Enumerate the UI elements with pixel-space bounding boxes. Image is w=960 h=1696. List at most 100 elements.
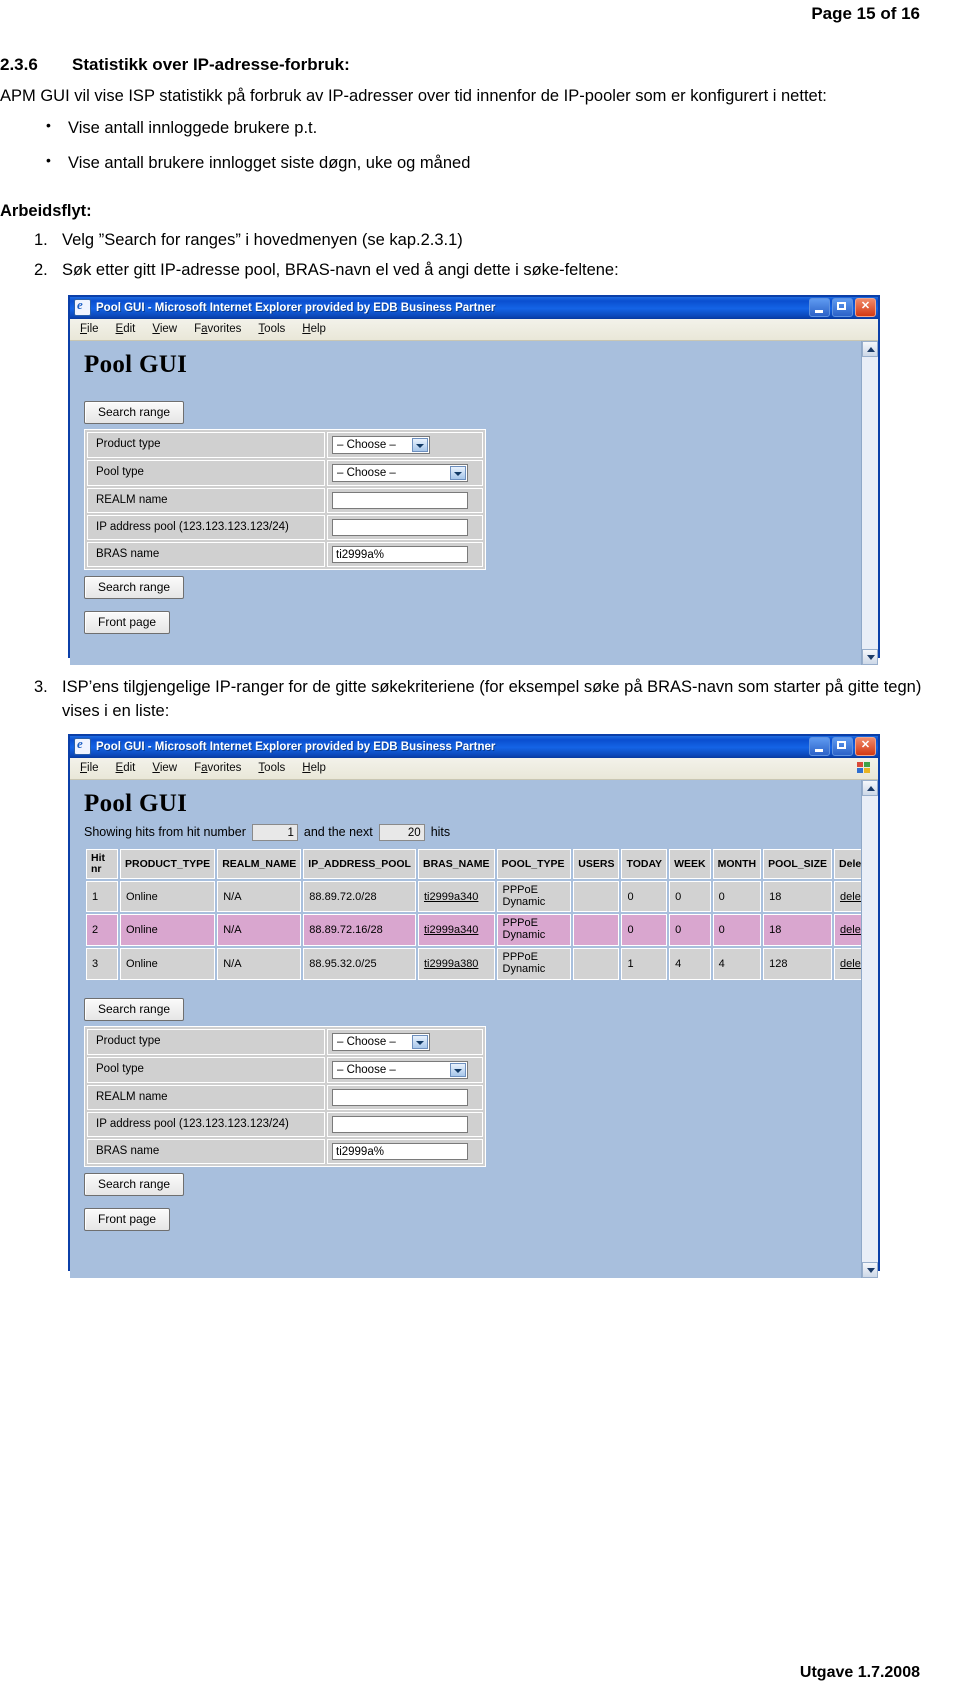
hit-from-input[interactable]: 1 bbox=[251, 823, 298, 841]
label-product-type: Product type bbox=[87, 1028, 325, 1055]
menu-item-edit[interactable]: Edit bbox=[116, 762, 136, 774]
column-header-pool-size: POOL_SIZE bbox=[763, 848, 833, 879]
step-number: 3. bbox=[34, 677, 48, 696]
label-product-type: Product type bbox=[87, 431, 325, 458]
cell-hit-nr: 3 bbox=[86, 948, 118, 980]
field-cell-pool-type: – Choose – bbox=[327, 1056, 483, 1083]
search-range-button-top[interactable]: Search range bbox=[84, 997, 185, 1021]
menu-item-favorites[interactable]: Favorites bbox=[194, 762, 241, 774]
page-title: Pool GUI bbox=[84, 350, 188, 378]
list-item: 3. ISP’ens tilgjengelige IP-ranger for d… bbox=[0, 676, 922, 724]
menu-item-file[interactable]: File bbox=[80, 323, 99, 335]
minimize-button[interactable] bbox=[809, 298, 830, 318]
label-realm-name: REALM name bbox=[87, 487, 325, 513]
windows-flag-icon bbox=[856, 761, 872, 775]
product-type-select[interactable]: – Choose – bbox=[332, 1032, 430, 1051]
scroll-down-arrow-icon[interactable] bbox=[862, 1261, 878, 1278]
cell-pool-size: 128 bbox=[763, 948, 833, 980]
results-table: Hit nr PRODUCT_TYPE REALM_NAME IP_ADDRESS… bbox=[84, 846, 878, 982]
window-title: Pool GUI - Microsoft Internet Explorer p… bbox=[96, 740, 496, 753]
menu-item-view[interactable]: View bbox=[152, 762, 177, 774]
chevron-down-icon[interactable] bbox=[450, 1062, 466, 1077]
cell-ip-address-pool: 88.95.32.0/25 bbox=[303, 948, 416, 980]
product-type-select[interactable]: – Choose – bbox=[332, 435, 430, 454]
field-cell-bras-name: ti2999a% bbox=[327, 541, 483, 567]
minimize-button[interactable] bbox=[809, 737, 830, 757]
field-cell-pool-type: – Choose – bbox=[327, 459, 483, 486]
window-controls bbox=[809, 298, 876, 318]
column-header-hit-nr: Hit nr bbox=[86, 848, 118, 879]
cell-realm-name: N/A bbox=[217, 948, 302, 980]
search-range-button-top[interactable]: Search range bbox=[84, 400, 185, 424]
cell-today: 0 bbox=[621, 880, 668, 913]
pool-type-select[interactable]: – Choose – bbox=[332, 1060, 468, 1079]
vertical-scrollbar[interactable] bbox=[861, 340, 878, 665]
realm-name-input[interactable] bbox=[332, 1088, 468, 1106]
scroll-up-arrow-icon[interactable] bbox=[862, 779, 878, 796]
search-range-button-bottom[interactable]: Search range bbox=[84, 575, 185, 599]
realm-name-input[interactable] bbox=[332, 491, 468, 509]
vertical-scrollbar[interactable] bbox=[861, 779, 878, 1278]
menu-item-view[interactable]: View bbox=[152, 323, 177, 335]
section-title: Statistikk over IP-adresse-forbruk: bbox=[72, 55, 350, 74]
hit-count-input[interactable]: 20 bbox=[378, 823, 425, 841]
table-row: Product type – Choose – bbox=[87, 1028, 483, 1055]
bras-name-input[interactable]: ti2999a% bbox=[332, 545, 468, 563]
workflow-step-list: 1. Velg ”Search for ranges” i hovedmenye… bbox=[0, 229, 960, 283]
menu-item-tools[interactable]: Tools bbox=[258, 323, 285, 335]
front-page-button[interactable]: Front page bbox=[84, 1207, 171, 1231]
ip-address-pool-input[interactable] bbox=[332, 518, 468, 536]
cell-product-type: Online bbox=[120, 880, 216, 913]
maximize-button[interactable] bbox=[832, 298, 853, 318]
menu-item-help[interactable]: Help bbox=[302, 323, 326, 335]
product-type-value: – Choose – bbox=[337, 438, 396, 451]
front-page-button[interactable]: Front page bbox=[84, 610, 171, 634]
menu-item-edit[interactable]: Edit bbox=[116, 323, 136, 335]
bras-name-link[interactable]: ti2999a340 bbox=[424, 891, 478, 903]
pool-type-text: PPPoE Dynamic bbox=[502, 917, 546, 942]
cell-product-type: Online bbox=[120, 914, 216, 947]
product-type-value: – Choose – bbox=[337, 1035, 396, 1048]
list-item: Vise antall brukere innlogget siste døgn… bbox=[46, 150, 960, 176]
ip-address-pool-input[interactable] bbox=[332, 1115, 468, 1133]
workflow-step-list-continued: 3. ISP’ens tilgjengelige IP-ranger for d… bbox=[0, 676, 960, 724]
menu-item-file[interactable]: File bbox=[80, 762, 99, 774]
page-footer: Utgave 1.7.2008 bbox=[799, 1664, 920, 1681]
page-viewport: Pool GUI Showing hits from hit number 1 … bbox=[70, 779, 878, 1278]
cell-today: 0 bbox=[621, 914, 668, 947]
label-bras-name: BRAS name bbox=[87, 541, 325, 567]
close-button[interactable] bbox=[855, 298, 876, 318]
table-row: IP address pool (123.123.123.123/24) bbox=[87, 1111, 483, 1137]
table-header-row: Hit nr PRODUCT_TYPE REALM_NAME IP_ADDRESS… bbox=[86, 848, 876, 879]
menu-item-favorites[interactable]: Favorites bbox=[194, 323, 241, 335]
scroll-up-arrow-icon[interactable] bbox=[862, 340, 878, 357]
cell-pool-size: 18 bbox=[763, 914, 833, 947]
label-ip-address-pool: IP address pool (123.123.123.123/24) bbox=[87, 514, 325, 540]
showing-suffix-label: hits bbox=[430, 825, 451, 840]
maximize-button[interactable] bbox=[832, 737, 853, 757]
page-header: Page 15 of 16 bbox=[811, 4, 920, 23]
step-number: 2. bbox=[34, 260, 48, 279]
chevron-down-icon[interactable] bbox=[450, 465, 466, 480]
bras-name-input[interactable]: ti2999a% bbox=[332, 1142, 468, 1160]
field-cell-realm-name bbox=[327, 487, 483, 513]
search-range-button-bottom[interactable]: Search range bbox=[84, 1172, 185, 1196]
page-title: Pool GUI bbox=[84, 789, 188, 817]
cell-bras-name[interactable]: ti2999a340 bbox=[417, 914, 495, 947]
cell-bras-name[interactable]: ti2999a380 bbox=[417, 948, 495, 980]
menu-item-tools[interactable]: Tools bbox=[258, 762, 285, 774]
menu-item-help[interactable]: Help bbox=[302, 762, 326, 774]
section-number: 2.3.6 bbox=[0, 55, 38, 74]
scroll-down-arrow-icon[interactable] bbox=[862, 648, 878, 665]
cell-bras-name[interactable]: ti2999a340 bbox=[417, 880, 495, 913]
chevron-down-icon[interactable] bbox=[412, 437, 428, 452]
cell-users bbox=[573, 914, 620, 947]
step-text: ISP’ens tilgjengelige IP-ranger for de g… bbox=[62, 677, 922, 720]
bras-name-link[interactable]: ti2999a380 bbox=[424, 958, 478, 970]
close-button[interactable] bbox=[855, 737, 876, 757]
pool-type-select[interactable]: – Choose – bbox=[332, 463, 468, 482]
cell-pool-type: PPPoE Dynamic bbox=[496, 880, 572, 913]
chevron-down-icon[interactable] bbox=[412, 1034, 428, 1049]
bras-name-link[interactable]: ti2999a340 bbox=[424, 924, 478, 936]
intro-paragraph: APM GUI vil vise ISP statistikk på forbr… bbox=[0, 87, 827, 105]
